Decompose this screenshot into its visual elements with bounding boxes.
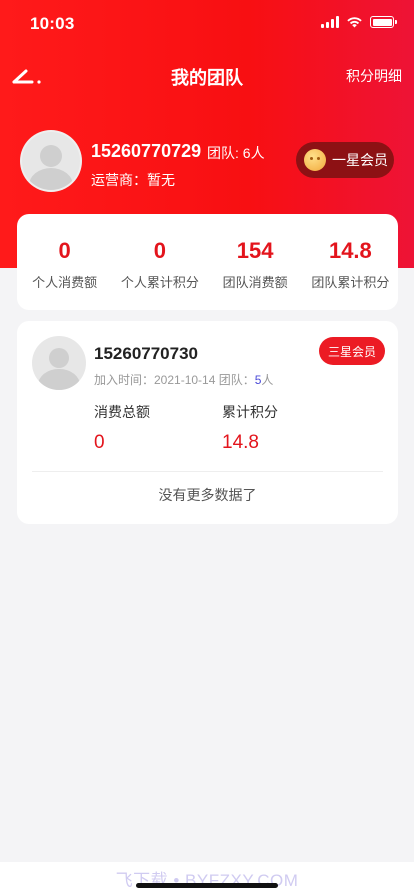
- list-end-text: 没有更多数据了: [158, 487, 257, 503]
- stat-team-spend: 154 团队消费额: [208, 214, 303, 310]
- stat-label: 个人累计积分: [120, 275, 199, 290]
- divider: [32, 471, 383, 472]
- points-detail-link[interactable]: 积分明细: [346, 66, 402, 86]
- stat-value: 0: [58, 238, 71, 263]
- member-join-info: 加入时间：2021-10-14 团队：5人: [94, 371, 273, 388]
- member-avatar: [32, 336, 86, 390]
- member-spend-value: 0: [94, 432, 105, 453]
- stat-value: 154: [236, 238, 274, 263]
- stat-label: 个人消费额: [32, 275, 98, 290]
- status-time: 10:03: [30, 14, 75, 33]
- member-level-badge[interactable]: 一星会员: [296, 142, 394, 178]
- signal-icon: [321, 16, 339, 28]
- team-member-card[interactable]: 15260770730 加入时间：2021-10-14 团队：5人 三星会员 消…: [17, 321, 398, 524]
- stat-value: 14.8: [328, 238, 372, 263]
- member-points-value: 14.8: [222, 432, 259, 453]
- stats-card: 0 个人消费额 0 个人累计积分 154 团队消费额 14.8 团队累计积分: [17, 214, 398, 310]
- member-spend: 消费总额 0: [94, 402, 150, 454]
- member-level-badge: 三星会员: [319, 337, 385, 365]
- status-bar: 10:03: [0, 0, 414, 46]
- nav-bar: 我的团队 积分明细: [0, 52, 414, 98]
- status-icons: [321, 16, 397, 28]
- level-face-icon: [304, 149, 326, 171]
- stat-label: 团队消费额: [222, 275, 288, 290]
- member-join-label: 加入时间：2021-10-14 团队：: [94, 373, 255, 387]
- member-points-label: 累计积分: [222, 404, 278, 420]
- member-phone: 15260770730: [94, 344, 199, 363]
- member-team-unit: 人: [261, 373, 274, 387]
- battery-icon: [370, 16, 397, 28]
- stat-personal-points: 0 个人累计积分: [112, 214, 207, 310]
- stat-personal-spend: 0 个人消费额: [17, 214, 112, 310]
- member-spend-label: 消费总额: [94, 404, 150, 420]
- home-indicator[interactable]: [136, 883, 278, 888]
- member-level-label: 一星会员: [332, 152, 388, 168]
- stat-team-points: 14.8 团队累计积分: [303, 214, 398, 310]
- stat-value: 0: [153, 238, 166, 263]
- profile-operator: 运营商：暂无: [91, 172, 175, 188]
- avatar: [20, 130, 82, 192]
- stat-label: 团队累计积分: [311, 275, 390, 290]
- profile-phone: 15260770729: [91, 141, 202, 161]
- profile-team-count: 团队: 6人: [207, 145, 265, 161]
- member-points: 累计积分 14.8: [222, 402, 278, 454]
- wifi-icon: [347, 17, 362, 28]
